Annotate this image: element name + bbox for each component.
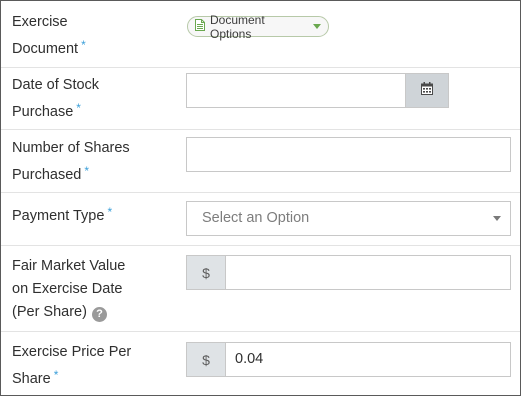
document-options-label: Document Options (210, 12, 265, 41)
stock-exercise-form: Exercise Document * Document Options Date… (0, 0, 521, 396)
required-asterisk: * (76, 101, 81, 115)
exercise-document-row: Exercise Document * Document Options (1, 1, 520, 68)
number-of-shares-row: Number of Shares Purchased * (1, 129, 520, 193)
document-icon (195, 19, 205, 34)
caret-down-icon (313, 24, 321, 29)
required-asterisk: * (81, 38, 86, 52)
label-line: Payment Type (12, 208, 105, 224)
dollar-prefix: $ (186, 255, 226, 290)
label-line: Date of Stock (12, 77, 100, 93)
date-picker-button[interactable] (405, 73, 449, 108)
fair-market-value-row: Fair Market Value on Exercise Date (Per … (1, 245, 520, 332)
label-line: Fair Market Value (12, 258, 126, 274)
exercise-price-input[interactable]: $ 0.04 (186, 342, 511, 377)
fair-market-value-label: Fair Market Value on Exercise Date (Per … (12, 255, 125, 324)
date-of-stock-purchase-input[interactable] (186, 73, 449, 108)
calendar-icon (421, 81, 433, 100)
label-line: Share (12, 371, 51, 387)
exercise-price-value: 0.04 (235, 351, 264, 367)
payment-type-placeholder: Select an Option (202, 210, 310, 226)
label-line: Document (12, 41, 79, 57)
date-of-stock-purchase-label: Date of Stock Purchase * (12, 74, 99, 124)
label-line: (Per Share) (12, 304, 87, 320)
label-line: Number of Shares (12, 140, 130, 156)
exercise-price-row: Exercise Price Per Share * $ 0.04 (1, 331, 520, 395)
label-line: Purchase (12, 104, 74, 120)
payment-type-label: Payment Type * (12, 201, 112, 228)
chevron-down-icon (493, 216, 501, 221)
date-of-stock-purchase-row: Date of Stock Purchase * (1, 67, 520, 130)
payment-type-select[interactable]: Select an Option (186, 201, 511, 236)
label-line: Purchased (12, 167, 82, 183)
required-asterisk: * (53, 368, 59, 382)
required-asterisk: * (107, 205, 113, 219)
exercise-document-label: Exercise Document * (12, 11, 86, 61)
number-of-shares-label: Number of Shares Purchased * (12, 137, 130, 187)
label-line: on Exercise Date (12, 281, 123, 297)
help-icon[interactable]: ? (91, 307, 107, 322)
number-of-shares-input[interactable] (186, 137, 511, 172)
label-line: Exercise (12, 14, 68, 30)
document-options-button[interactable]: Document Options (187, 13, 329, 41)
fair-market-value-input[interactable]: $ (186, 255, 511, 290)
dollar-prefix: $ (186, 342, 226, 377)
exercise-price-label: Exercise Price Per Share * (12, 341, 131, 391)
required-asterisk: * (84, 164, 89, 178)
payment-type-row: Payment Type * Select an Option (1, 192, 520, 246)
label-line: Exercise Price Per (12, 344, 132, 360)
